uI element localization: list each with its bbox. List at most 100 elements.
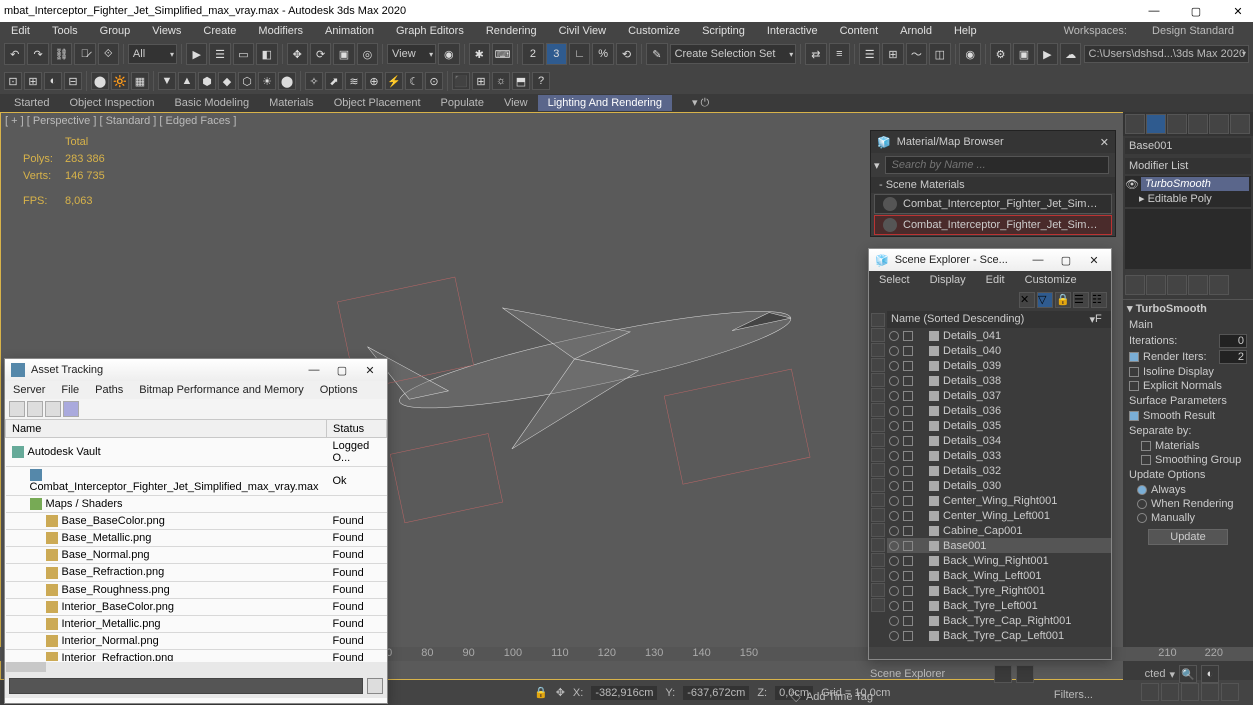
tb2-4[interactable]: ⊟: [64, 72, 82, 90]
snap-2d-icon[interactable]: 2: [522, 43, 543, 65]
render-iters-spinner[interactable]: 2: [1219, 350, 1247, 364]
frozen-icon[interactable]: [903, 616, 913, 626]
se-row[interactable]: Back_Wing_Right001: [887, 553, 1111, 568]
se-row[interactable]: Back_Tyre_Cap_Left001: [887, 628, 1111, 643]
render-prod-icon[interactable]: ▶: [1037, 43, 1058, 65]
at-col-status[interactable]: Status: [327, 420, 387, 438]
always-radio[interactable]: [1137, 485, 1147, 495]
at-row[interactable]: Maps / Shaders: [6, 496, 387, 513]
tb2-18[interactable]: ⚡: [385, 72, 403, 90]
visibility-icon[interactable]: [889, 616, 899, 626]
isolate-icon[interactable]: 🔍: [1179, 665, 1197, 683]
tb2-13[interactable]: ⬤: [278, 72, 296, 90]
explicit-checkbox[interactable]: [1129, 381, 1139, 391]
tab-object-inspection[interactable]: Object Inspection: [59, 95, 164, 111]
se-side-7[interactable]: [871, 403, 885, 417]
at-menu-file[interactable]: File: [53, 383, 87, 397]
se-filter-icon[interactable]: ▽: [1037, 292, 1053, 308]
se-side-4[interactable]: [871, 358, 885, 372]
at-hscroll[interactable]: [6, 662, 46, 672]
zoom-icon[interactable]: [1181, 683, 1199, 701]
schematic-icon[interactable]: ◫: [929, 43, 950, 65]
configure-icon[interactable]: [1209, 275, 1229, 295]
tab-object-placement[interactable]: Object Placement: [324, 95, 431, 111]
update-button[interactable]: Update: [1148, 529, 1228, 545]
se-side-11[interactable]: [871, 463, 885, 477]
frozen-icon[interactable]: [903, 526, 913, 536]
modifier-list-dropdown[interactable]: Modifier List: [1125, 158, 1251, 174]
tb2-20[interactable]: ⊙: [425, 72, 443, 90]
se-row[interactable]: Back_Wing_Left001: [887, 568, 1111, 583]
se-side-13[interactable]: [871, 493, 885, 507]
se-row[interactable]: Cabine_Cap001: [887, 523, 1111, 538]
scene-explorer-dropdown[interactable]: Scene Explorer: [870, 668, 990, 680]
snap-angle-icon[interactable]: ∟: [569, 43, 590, 65]
curve-editor-icon[interactable]: ～: [906, 43, 927, 65]
undo-icon[interactable]: ↶: [4, 43, 25, 65]
sun-icon[interactable]: ☀: [258, 72, 276, 90]
visibility-icon[interactable]: [889, 331, 899, 341]
frozen-icon[interactable]: [903, 571, 913, 581]
at-tb-3[interactable]: [45, 401, 61, 417]
se-col-frozen[interactable]: F: [1095, 313, 1107, 326]
at-menu-server[interactable]: Server: [5, 383, 53, 397]
unique-icon[interactable]: [1167, 275, 1187, 295]
se-minimize-icon[interactable]: —: [1027, 254, 1049, 266]
se-menu-edit[interactable]: Edit: [976, 273, 1015, 287]
manip-icon[interactable]: ✱: [469, 43, 490, 65]
se-row[interactable]: Details_041: [887, 328, 1111, 343]
tb2-1[interactable]: ⊡: [4, 72, 22, 90]
se-row[interactable]: Details_040: [887, 343, 1111, 358]
at-menu-options[interactable]: Options: [312, 383, 366, 397]
at-row[interactable]: Base_BaseColor.pngFound: [6, 513, 387, 530]
at-row[interactable]: Interior_BaseColor.pngFound: [6, 598, 387, 615]
tb2-12[interactable]: ⬡: [238, 72, 256, 90]
window-crossing-icon[interactable]: ◧: [256, 43, 277, 65]
tb2-15[interactable]: ⬈: [325, 72, 343, 90]
se-side-2[interactable]: [871, 328, 885, 342]
x-coord-field[interactable]: -382,916cm: [591, 686, 657, 700]
orbit-icon[interactable]: [1161, 683, 1179, 701]
modify-tab-icon[interactable]: [1146, 114, 1166, 134]
pan-icon[interactable]: [1141, 683, 1159, 701]
visibility-icon[interactable]: [889, 631, 899, 641]
at-row[interactable]: Interior_Metallic.pngFound: [6, 615, 387, 632]
isoline-checkbox[interactable]: [1129, 367, 1139, 377]
smooth-result-checkbox[interactable]: [1129, 411, 1139, 421]
frozen-icon[interactable]: [903, 331, 913, 341]
visibility-icon[interactable]: [889, 571, 899, 581]
menu-help[interactable]: Help: [943, 23, 988, 39]
at-row[interactable]: Base_Metallic.pngFound: [6, 530, 387, 547]
tb2-7[interactable]: ▦: [131, 72, 149, 90]
at-tb-4[interactable]: [63, 401, 79, 417]
tb2-17[interactable]: ⊕: [365, 72, 383, 90]
visibility-icon[interactable]: [889, 406, 899, 416]
tb2-11[interactable]: ◆: [218, 72, 236, 90]
se-row[interactable]: Back_Tyre_Cap_Right001: [887, 613, 1111, 628]
visibility-icon[interactable]: [889, 346, 899, 356]
tb2-3[interactable]: ◐: [44, 72, 62, 90]
se-maximize-icon[interactable]: ▢: [1055, 254, 1077, 267]
max-vp-icon[interactable]: [1221, 683, 1239, 701]
redo-icon[interactable]: ↷: [27, 43, 48, 65]
se-col-name[interactable]: Name (Sorted Descending): [891, 313, 1089, 326]
menu-create[interactable]: Create: [192, 23, 247, 39]
viewport-label[interactable]: [ + ] [ Perspective ] [ Standard ] [ Edg…: [5, 115, 236, 127]
modifier-editable-poly[interactable]: ▸ Editable Poly: [1133, 191, 1251, 206]
tb2-16[interactable]: ≋: [345, 72, 363, 90]
frozen-icon[interactable]: [903, 601, 913, 611]
visibility-icon[interactable]: [889, 511, 899, 521]
ref-coord-dropdown[interactable]: View: [387, 44, 436, 64]
se-row[interactable]: Details_039: [887, 358, 1111, 373]
se-all-icon[interactable]: ☰: [1073, 292, 1089, 308]
menu-customize[interactable]: Customize: [617, 23, 691, 39]
menu-rendering[interactable]: Rendering: [475, 23, 548, 39]
visibility-icon[interactable]: [889, 361, 899, 371]
add-time-tag[interactable]: Add Time Tag: [806, 691, 873, 703]
object-name-field[interactable]: Base001: [1125, 138, 1251, 154]
kbd-icon[interactable]: ⌨: [492, 43, 513, 65]
matbrowser-close-icon[interactable]: ✕: [1100, 136, 1109, 149]
visibility-icon[interactable]: [889, 466, 899, 476]
visibility-icon[interactable]: [889, 496, 899, 506]
help-icon[interactable]: ?: [532, 72, 550, 90]
